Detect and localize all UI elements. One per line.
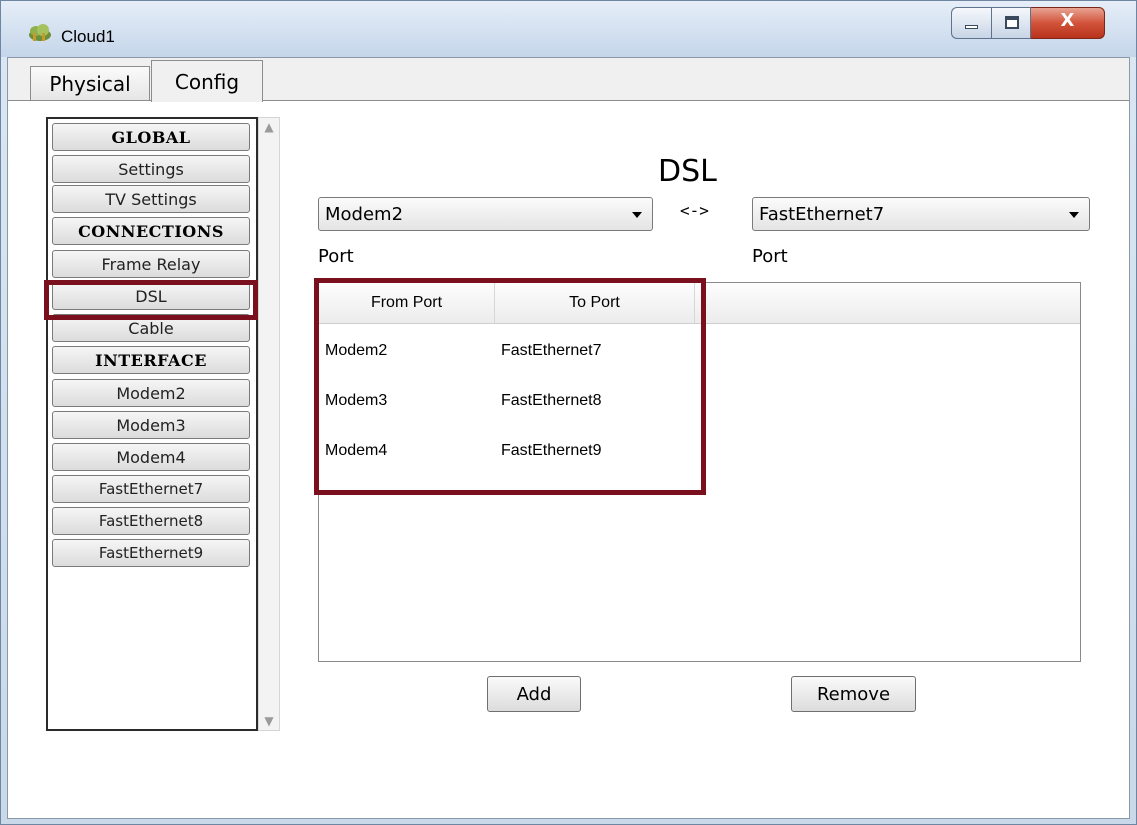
sidebar-item-modem2[interactable]: Modem2 bbox=[52, 379, 250, 407]
chevron-down-icon bbox=[632, 212, 642, 218]
minimize-button[interactable] bbox=[951, 7, 991, 39]
sidebar-scrollbar[interactable]: ▲ ▼ bbox=[258, 117, 280, 731]
sidebar-item-fastethernet7[interactable]: FastEthernet7 bbox=[52, 475, 250, 503]
sidebar-item-fastethernet9[interactable]: FastEthernet9 bbox=[52, 539, 250, 567]
sidebar-header-interface[interactable]: INTERFACE bbox=[52, 346, 250, 374]
to-port-label: Port bbox=[752, 246, 788, 267]
minimize-icon bbox=[965, 25, 978, 29]
maximize-button[interactable] bbox=[991, 7, 1031, 39]
title-bar: Cloud1 X bbox=[1, 1, 1136, 57]
from-port-label: Port bbox=[318, 246, 354, 267]
close-icon: X bbox=[1060, 10, 1075, 31]
maximize-icon bbox=[1005, 16, 1019, 29]
link-arrows: <-> bbox=[680, 201, 709, 220]
page-title: DSL bbox=[658, 154, 717, 189]
from-port-select-value: Modem2 bbox=[325, 204, 404, 225]
window-controls: X bbox=[951, 7, 1105, 41]
client-area: Physical Config GLOBAL Settings TV Setti… bbox=[7, 57, 1130, 819]
sidebar: GLOBAL Settings TV Settings CONNECTIONS … bbox=[46, 117, 258, 731]
from-port-select[interactable]: Modem2 bbox=[318, 197, 653, 231]
add-button[interactable]: Add bbox=[487, 676, 581, 712]
close-button[interactable]: X bbox=[1031, 7, 1105, 39]
sidebar-item-tv-settings[interactable]: TV Settings bbox=[52, 185, 250, 213]
to-port-select[interactable]: FastEthernet7 bbox=[752, 197, 1090, 231]
tab-physical[interactable]: Physical bbox=[30, 66, 150, 100]
window: Cloud1 X Physical Config GLOBAL Settings… bbox=[0, 0, 1137, 825]
sidebar-item-frame-relay[interactable]: Frame Relay bbox=[52, 250, 250, 278]
tab-config[interactable]: Config bbox=[151, 60, 263, 102]
chevron-down-icon bbox=[1069, 212, 1079, 218]
remove-button[interactable]: Remove bbox=[791, 676, 916, 712]
scroll-down-icon[interactable]: ▼ bbox=[259, 714, 279, 728]
sidebar-item-fastethernet8[interactable]: FastEthernet8 bbox=[52, 507, 250, 535]
config-panel: GLOBAL Settings TV Settings CONNECTIONS … bbox=[8, 100, 1129, 818]
sidebar-header-connections[interactable]: CONNECTIONS bbox=[52, 217, 250, 245]
cloud-app-icon bbox=[29, 24, 51, 41]
window-title: Cloud1 bbox=[61, 27, 115, 46]
to-port-select-value: FastEthernet7 bbox=[759, 204, 885, 225]
table-highlight-box bbox=[314, 278, 706, 495]
sidebar-item-modem3[interactable]: Modem3 bbox=[52, 411, 250, 439]
dsl-highlight-box bbox=[44, 280, 258, 320]
scroll-up-icon[interactable]: ▲ bbox=[259, 120, 279, 134]
sidebar-header-global[interactable]: GLOBAL bbox=[52, 123, 250, 151]
sidebar-item-settings[interactable]: Settings bbox=[52, 155, 250, 183]
sidebar-item-modem4[interactable]: Modem4 bbox=[52, 443, 250, 471]
